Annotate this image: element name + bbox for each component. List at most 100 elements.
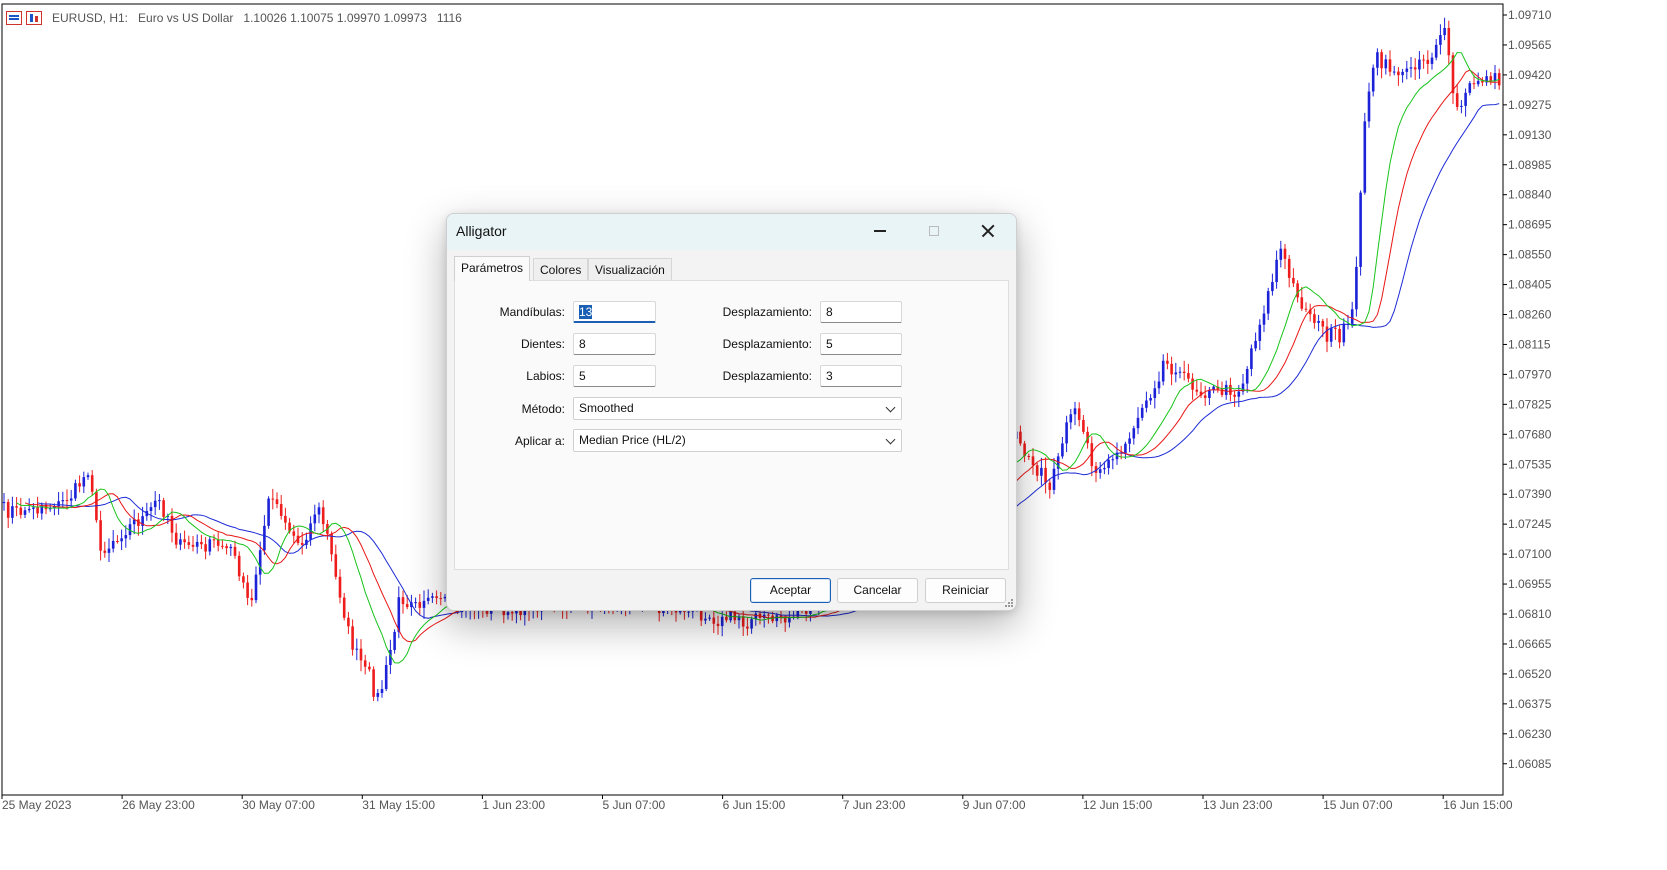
candle-body [1132,428,1136,439]
candle-body [1275,259,1278,283]
candle-body [1048,482,1052,490]
apply-to-label: Aplicar a: [514,434,565,448]
candle-body [1325,326,1329,342]
candle-body [426,597,430,601]
alligator-dialog: Alligator Parámetros Colores Visualizaci… [446,213,1017,611]
candle-body [170,515,174,533]
candle-body [687,611,690,613]
candle-body [401,597,405,605]
candle-body [1044,467,1047,483]
candle-body [1292,277,1295,284]
candle-body [1279,248,1283,260]
candle-body [254,574,258,601]
candle-body [1300,297,1304,309]
candle-body [1329,327,1333,342]
candle-body [1065,422,1068,444]
candle-body [208,539,212,552]
price-axis-label: 1.06520 [1508,667,1552,681]
minimize-icon [874,230,886,232]
candle-body [1250,348,1253,370]
ok-button[interactable]: Aceptar [750,578,831,603]
candle-body [342,597,346,618]
candle-body [61,500,65,502]
candle-body [15,506,18,508]
candle-body [292,531,296,536]
candle-body [1447,28,1451,56]
time-axis-label: 25 May 2023 [2,798,72,812]
tab-parametros[interactable]: Parámetros [454,256,531,281]
candle-body [1367,91,1371,122]
chart-type-icon[interactable] [26,11,42,25]
candle-body [1082,419,1085,432]
resize-grip-icon[interactable] [1005,599,1014,608]
candle-body [1166,360,1169,364]
teeth-label: Dientes: [520,337,565,351]
close-icon [981,224,995,238]
teeth-shift-input[interactable]: 5 [820,333,902,355]
close-button[interactable] [961,214,1015,248]
candle-body [57,501,60,507]
candle-body [116,541,119,543]
price-axis-label: 1.09710 [1508,8,1552,22]
candle-body [372,669,375,697]
symbol-label: EURUSD, H1: [52,11,129,25]
candle-body [200,541,203,545]
dialog-titlebar[interactable]: Alligator [447,214,1016,250]
candle-body [321,507,325,525]
chevron-down-icon [885,434,896,445]
candle-body [1430,57,1434,64]
price-axis-label: 1.07680 [1508,427,1552,441]
candle-body [746,626,749,629]
time-axis-label: 6 Jun 15:00 [723,798,786,812]
tab-visualizacion[interactable]: Visualización [588,258,672,280]
lips-period-input[interactable]: 5 [573,365,656,387]
candle-body [179,539,182,545]
ohlc-values: 1.10026 1.10075 1.09970 1.09973 [243,11,427,25]
lips-label: Labios: [526,369,565,383]
price-axis-label: 1.09565 [1508,38,1552,52]
minimize-button[interactable] [853,214,907,248]
jaws-shift-input[interactable]: 8 [820,301,902,323]
price-axis-label: 1.09130 [1508,128,1552,142]
price-axis-label: 1.09420 [1508,68,1552,82]
candle-body [1304,308,1308,310]
cancel-button[interactable]: Cancelar [837,578,918,603]
teeth-period-input[interactable]: 8 [573,333,656,355]
apply-to-select[interactable]: Median Price (HL/2) [573,429,902,452]
candle-body [1443,28,1446,36]
lips-shift-input[interactable]: 3 [820,365,902,387]
candle-body [120,538,123,542]
maximize-button[interactable] [907,214,961,248]
tab-colores[interactable]: Colores [533,258,589,280]
chart-list-icon[interactable] [6,11,22,25]
chevron-down-icon [885,402,896,413]
reset-button[interactable]: Reiniciar [925,578,1006,603]
price-axis-label: 1.08550 [1508,248,1552,262]
candle-body [1187,373,1190,379]
candle-body [32,507,35,509]
candle-body [313,514,317,524]
candle-body [1413,67,1417,70]
candle-body [1434,44,1438,58]
candle-body [86,475,90,478]
candle-body [1405,68,1409,72]
candle-body [1195,389,1199,392]
jaws-period-input[interactable]: 13 [573,301,656,323]
candle-body [1237,391,1241,397]
candle-body [263,525,266,551]
tick-volume: 1116 [436,11,462,25]
candle-body [212,539,216,541]
candle-body [704,618,707,621]
candle-body [1031,456,1035,466]
candle-body [1245,369,1249,384]
candle-body [237,555,241,577]
candle-body [1157,381,1161,389]
candle-body [1170,363,1173,375]
method-select[interactable]: Smoothed [573,397,902,420]
candle-body [1422,59,1425,61]
candle-body [1224,384,1228,395]
candle-body [435,596,438,599]
candle-body [1233,394,1236,397]
candle-body [158,500,161,502]
candle-body [23,510,27,515]
